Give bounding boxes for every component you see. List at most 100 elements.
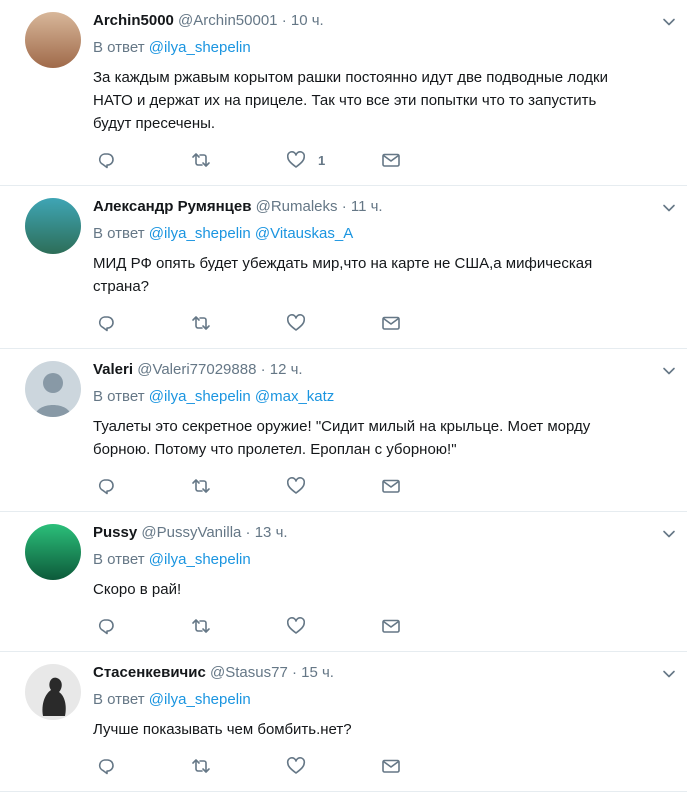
direct-message-button[interactable] [381, 150, 476, 170]
direct-message-button[interactable] [381, 313, 476, 333]
tweet-text: За каждым ржавым корытом рашки постоянно… [93, 69, 608, 132]
avatar[interactable] [25, 12, 81, 68]
tweet-header: Valeri @Valeri77029888 · 12 ч. [93, 359, 667, 381]
timestamp[interactable]: 12 ч. [270, 361, 303, 378]
reply-icon [96, 150, 116, 170]
retweet-button[interactable] [191, 476, 286, 496]
retweet-icon [191, 150, 211, 170]
retweet-button[interactable] [191, 756, 286, 776]
reply-button[interactable] [96, 150, 191, 170]
author-handle[interactable]: @Rumaleks [256, 198, 338, 215]
tweet-text: МИД РФ опять будет убеждать мир,что на к… [93, 255, 593, 295]
chevron-down-icon[interactable] [661, 666, 677, 682]
like-button[interactable] [286, 756, 381, 776]
author-handle[interactable]: @PussyVanilla [141, 524, 241, 541]
reply-button[interactable] [96, 756, 191, 776]
direct-message-button[interactable] [381, 756, 476, 776]
tweet[interactable]: Pussy @PussyVanilla · 13 ч. В ответ @ily… [0, 512, 687, 652]
separator-dot: · [291, 664, 297, 681]
tweet-text: Скоро в рай! [93, 581, 182, 598]
heart-icon [286, 756, 306, 776]
author-handle[interactable]: @Stasus77 [210, 664, 288, 681]
reply-prefix: В ответ [93, 551, 145, 568]
separator-dot: · [281, 12, 287, 29]
direct-message-button[interactable] [381, 616, 476, 636]
chevron-down-icon[interactable] [661, 363, 677, 379]
reply-button[interactable] [96, 476, 191, 496]
tweet-actions [96, 741, 667, 791]
avatar[interactable] [25, 664, 81, 720]
reply-context: В ответ @ilya_shepelin [93, 550, 667, 570]
chevron-down-icon[interactable] [661, 526, 677, 542]
tweet-header: Archin5000 @Archin50001 · 10 ч. [93, 10, 667, 32]
separator-dot: · [245, 524, 251, 541]
reply-icon [96, 476, 116, 496]
like-button[interactable] [286, 476, 381, 496]
reply-button[interactable] [96, 313, 191, 333]
timestamp[interactable]: 15 ч. [301, 664, 334, 681]
tweet-header: Pussy @PussyVanilla · 13 ч. [93, 522, 667, 544]
retweet-button[interactable] [191, 313, 286, 333]
mention-link[interactable]: @ilya_shepelin [149, 691, 251, 708]
tweet-actions: 1 [96, 135, 667, 185]
retweet-icon [191, 616, 211, 636]
envelope-icon [381, 616, 401, 636]
like-button[interactable] [286, 313, 381, 333]
heart-icon [286, 616, 306, 636]
reply-icon [96, 756, 116, 776]
mention-link[interactable]: @ilya_shepelin [149, 39, 251, 56]
mention-link[interactable]: @ilya_shepelin [149, 225, 251, 242]
author-handle[interactable]: @Archin50001 [178, 12, 277, 29]
like-button[interactable] [286, 616, 381, 636]
reply-prefix: В ответ [93, 691, 145, 708]
chevron-down-icon[interactable] [661, 200, 677, 216]
heart-icon [286, 150, 306, 170]
tweet-actions [96, 461, 667, 511]
tweet-header: Стасенкевичис @Stasus77 · 15 ч. [93, 662, 667, 684]
avatar[interactable] [25, 361, 81, 417]
like-button[interactable]: 1 [286, 150, 381, 170]
retweet-button[interactable] [191, 616, 286, 636]
author-name[interactable]: Pussy [93, 524, 137, 541]
direct-message-button[interactable] [381, 476, 476, 496]
avatar[interactable] [25, 198, 81, 254]
mention-link[interactable]: @ilya_shepelin [149, 388, 251, 405]
timestamp[interactable]: 13 ч. [255, 524, 288, 541]
tweet-text: Лучше показывать чем бомбить.нет? [93, 721, 352, 738]
mention-link[interactable]: @ilya_shepelin [149, 551, 251, 568]
envelope-icon [381, 476, 401, 496]
reply-timeline: Archin5000 @Archin50001 · 10 ч. В ответ … [0, 0, 687, 792]
tweet[interactable]: Archin5000 @Archin50001 · 10 ч. В ответ … [0, 0, 687, 186]
heart-icon [286, 313, 306, 333]
retweet-icon [191, 476, 211, 496]
heart-icon [286, 476, 306, 496]
envelope-icon [381, 313, 401, 333]
mention-link[interactable]: @max_katz [255, 388, 334, 405]
mention-link[interactable]: @Vitauskas_A [255, 225, 353, 242]
timestamp[interactable]: 11 ч. [351, 198, 383, 215]
author-name[interactable]: Archin5000 [93, 12, 174, 29]
reply-prefix: В ответ [93, 225, 145, 242]
reply-button[interactable] [96, 616, 191, 636]
tweet[interactable]: Александр Румянцев @Rumaleks · 11 ч. В о… [0, 186, 687, 349]
timestamp[interactable]: 10 ч. [291, 12, 324, 29]
retweet-icon [191, 313, 211, 333]
reply-icon [96, 313, 116, 333]
reply-context: В ответ @ilya_shepelin @max_katz [93, 387, 667, 407]
author-name[interactable]: Александр Румянцев [93, 198, 251, 215]
tweet-header: Александр Румянцев @Rumaleks · 11 ч. [93, 196, 667, 218]
like-count: 1 [318, 152, 326, 168]
retweet-button[interactable] [191, 150, 286, 170]
avatar[interactable] [25, 524, 81, 580]
chevron-down-icon[interactable] [661, 14, 677, 30]
reply-context: В ответ @ilya_shepelin [93, 38, 667, 58]
tweet[interactable]: Valeri @Valeri77029888 · 12 ч. В ответ @… [0, 349, 687, 512]
tweet-actions [96, 298, 667, 348]
author-handle[interactable]: @Valeri77029888 [137, 361, 256, 378]
author-name[interactable]: Valeri [93, 361, 133, 378]
envelope-icon [381, 150, 401, 170]
tweet[interactable]: Стасенкевичис @Stasus77 · 15 ч. В ответ … [0, 652, 687, 792]
reply-icon [96, 616, 116, 636]
tweet-text: Туалеты это секретное оружие! "Сидит мил… [93, 418, 591, 458]
author-name[interactable]: Стасенкевичис [93, 664, 206, 681]
